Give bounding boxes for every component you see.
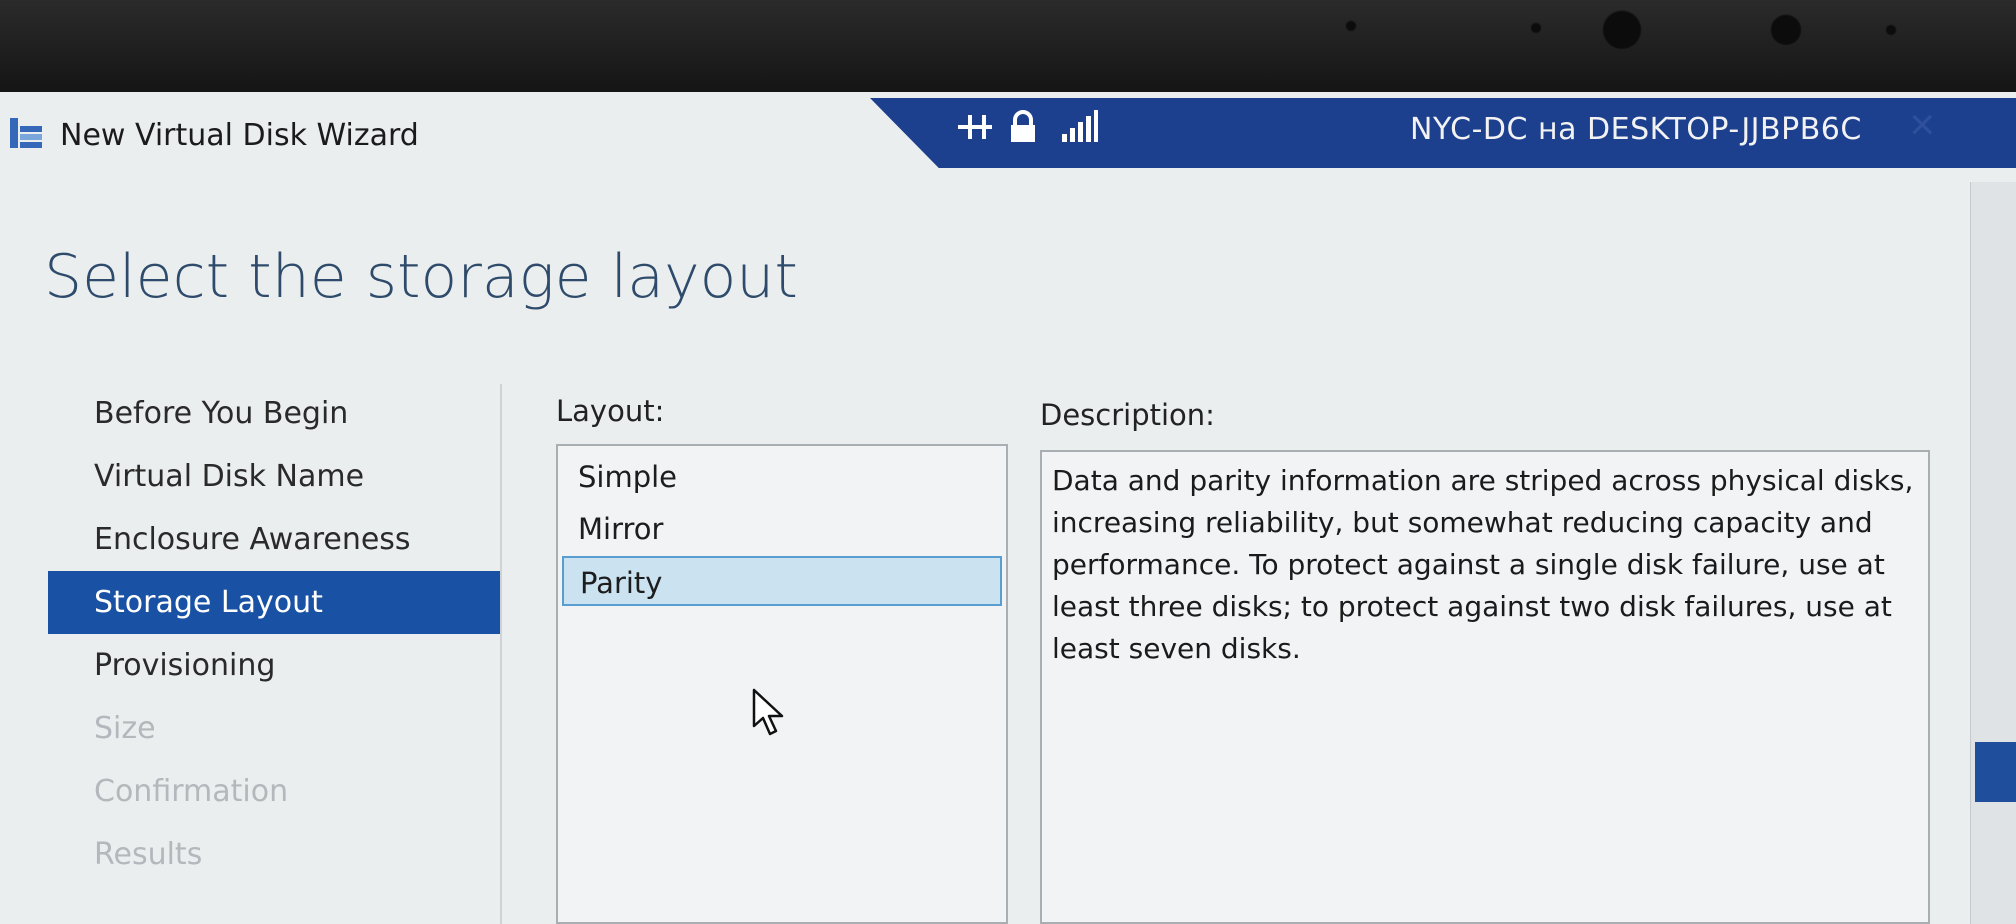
bezel-sensor xyxy=(1885,24,1897,36)
window-titlebar[interactable]: New Virtual Disk Wizard xyxy=(0,92,900,184)
webcam-lens xyxy=(1602,10,1642,50)
layout-option-mirror[interactable]: Mirror xyxy=(562,504,1002,554)
close-icon[interactable]: ✕ xyxy=(1908,106,1937,146)
page-title: Select the storage layout xyxy=(44,242,798,312)
nav-item-enclosure-awareness[interactable]: Enclosure Awareness xyxy=(48,508,500,571)
server-manager-icon xyxy=(10,118,42,148)
background-window-accent xyxy=(1975,742,2016,802)
nav-divider xyxy=(500,384,502,924)
signal-icon[interactable] xyxy=(1062,110,1098,142)
remote-session-title: NYC-DC на DESKTOP-JJBPB6C xyxy=(1410,112,1862,147)
bezel-sensor xyxy=(1770,14,1802,46)
bezel-sensor xyxy=(1345,20,1357,32)
bezel-sensor xyxy=(1530,22,1542,34)
lock-icon[interactable] xyxy=(1008,110,1038,144)
wizard-steps-nav: Before You Begin Virtual Disk Name Enclo… xyxy=(48,382,500,886)
nav-item-provisioning[interactable]: Provisioning xyxy=(48,634,500,697)
layout-option-simple[interactable]: Simple xyxy=(562,452,1002,502)
layout-listbox[interactable]: Simple Mirror Parity xyxy=(556,444,1008,924)
description-label: Description: xyxy=(1040,398,1215,432)
nav-item-virtual-disk-name[interactable]: Virtual Disk Name xyxy=(48,445,500,508)
nav-item-confirmation: Confirmation xyxy=(94,774,289,809)
nav-item-results: Results xyxy=(94,837,203,872)
background-window-edge xyxy=(1970,182,2016,924)
nav-item-storage-layout[interactable]: Storage Layout xyxy=(48,571,500,634)
monitor-bezel xyxy=(0,0,2016,95)
mouse-cursor-icon xyxy=(752,688,784,736)
window-title: New Virtual Disk Wizard xyxy=(60,118,419,153)
layout-label: Layout: xyxy=(556,394,665,428)
nav-item-size: Size xyxy=(94,711,156,746)
layout-option-parity[interactable]: Parity xyxy=(562,556,1002,606)
screen: New Virtual Disk Wizard NYC-DC на DESKTO… xyxy=(0,92,2016,924)
pin-icon[interactable] xyxy=(956,112,994,142)
description-text: Data and parity information are striped … xyxy=(1040,450,1930,924)
nav-item-before-you-begin[interactable]: Before You Begin xyxy=(48,382,500,445)
